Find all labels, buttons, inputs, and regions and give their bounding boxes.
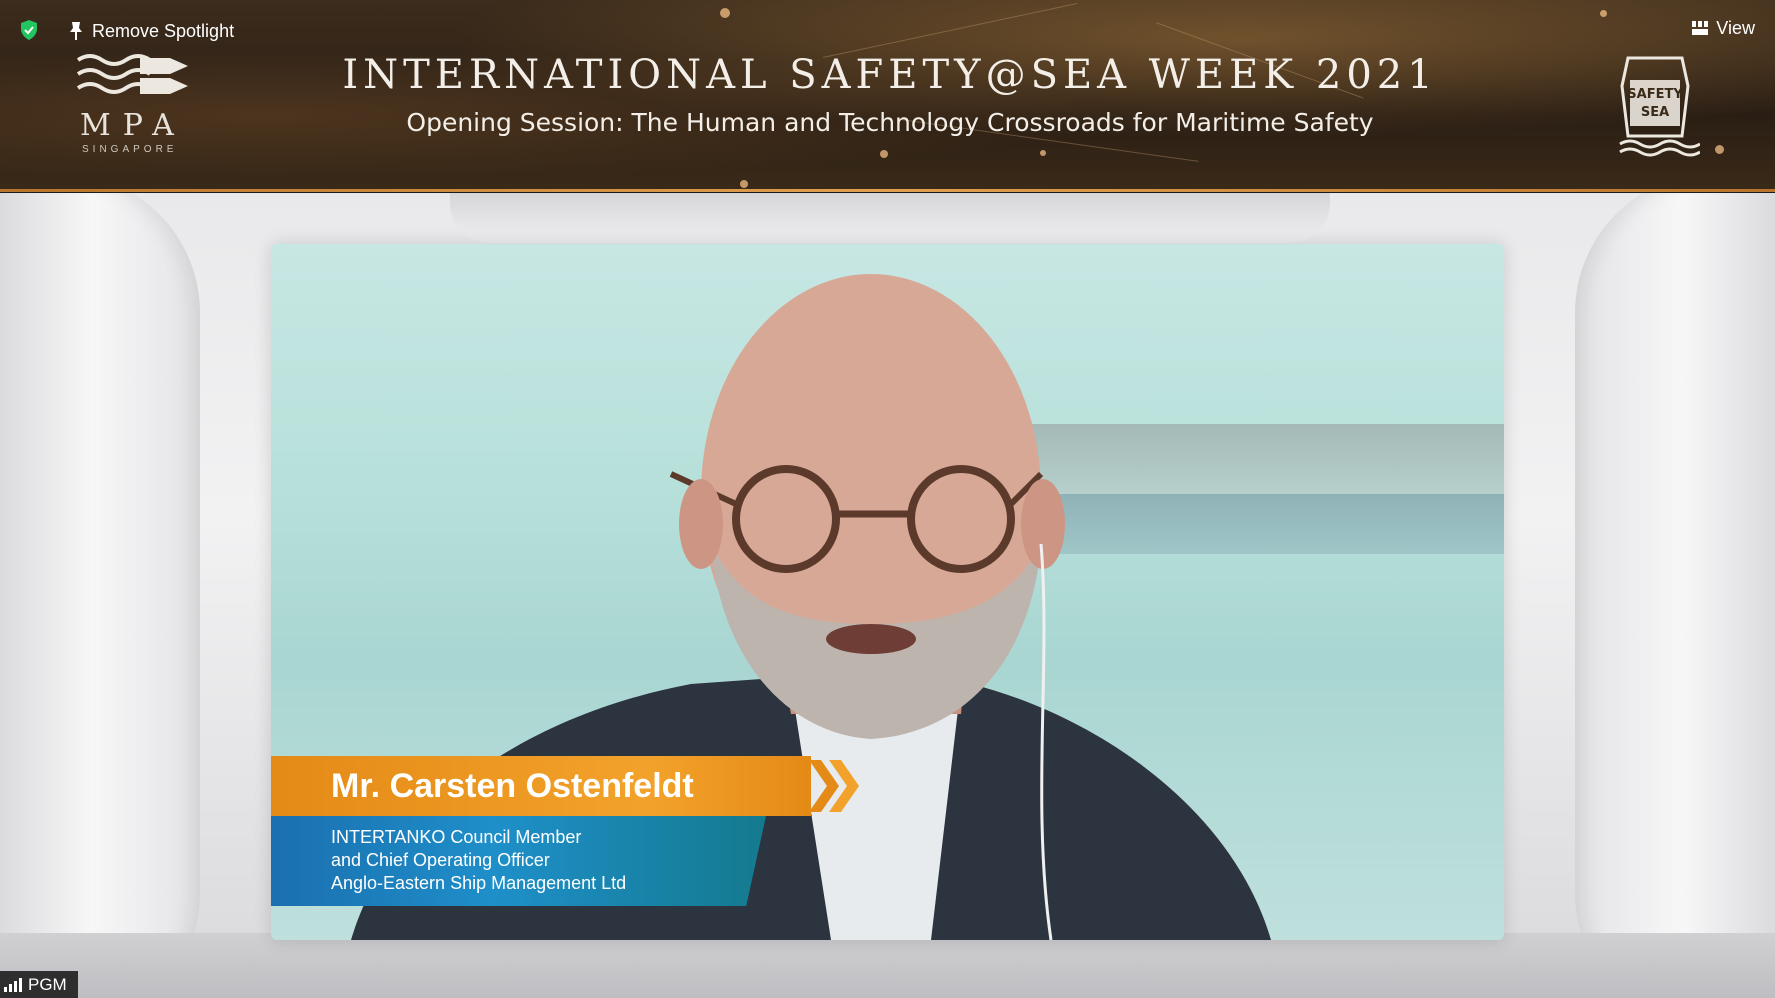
banner-light xyxy=(720,8,730,18)
security-shield-icon[interactable] xyxy=(19,19,39,41)
banner-light xyxy=(1715,145,1724,154)
event-banner: MPA SINGAPORE INTERNATIONAL SAFETY@SEA W… xyxy=(0,0,1775,192)
banner-light xyxy=(1600,10,1607,17)
view-label: View xyxy=(1716,17,1755,38)
banner-map-line xyxy=(822,2,1078,59)
studio-pillar-right xyxy=(1575,193,1775,998)
speaker-title-block: INTERTANKO Council Member and Chief Oper… xyxy=(271,816,766,906)
speaker-title-line: and Chief Operating Officer xyxy=(331,850,550,870)
banner-light xyxy=(880,150,888,158)
remove-spotlight-button[interactable]: Remove Spotlight xyxy=(68,17,234,45)
pin-icon xyxy=(70,22,82,40)
banner-light xyxy=(1040,150,1046,156)
speaker-title-line: Anglo-Eastern Ship Management Ltd xyxy=(331,873,627,893)
badge-text-safety: SAFETY xyxy=(1627,87,1683,102)
mpa-subtext: SINGAPORE xyxy=(82,144,178,155)
signal-strength-icon xyxy=(4,977,22,992)
remove-spotlight-label: Remove Spotlight xyxy=(92,20,235,41)
studio-pillar-left xyxy=(0,193,200,998)
banner-light xyxy=(740,180,748,188)
badge-text-sea: SEA xyxy=(1641,105,1669,120)
speaker-name: Mr. Carsten Ostenfeldt xyxy=(271,756,811,816)
event-title: INTERNATIONAL SAFETY@SEA WEEK 2021 xyxy=(342,52,1438,98)
grid-view-icon xyxy=(1692,21,1709,35)
studio-floor xyxy=(0,933,1775,998)
studio-ceiling xyxy=(450,193,1330,243)
safety-at-sea-badge-icon: SAFETY SEA xyxy=(1619,56,1700,157)
mpa-wordmark: MPA xyxy=(80,108,186,143)
speaker-title-line: INTERTANKO Council Member xyxy=(331,827,582,847)
participant-name-tag: PGM xyxy=(0,971,78,998)
view-button[interactable]: View xyxy=(1692,14,1755,42)
banner-divider xyxy=(0,189,1775,192)
participant-name: PGM xyxy=(28,974,67,994)
session-title: Opening Session: The Human and Technolog… xyxy=(406,108,1374,137)
chevrons-right-icon xyxy=(809,760,859,812)
